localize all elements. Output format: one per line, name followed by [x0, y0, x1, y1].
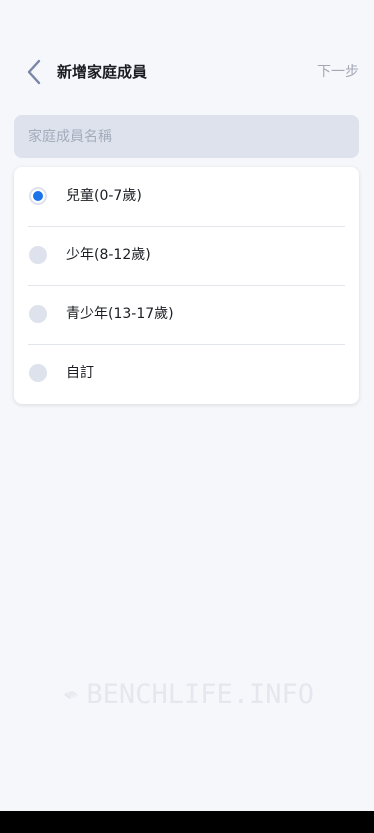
- radio-button[interactable]: [29, 364, 47, 382]
- watermark-text: BENCHLIFE.INFO: [86, 679, 314, 710]
- option-label: 自訂: [66, 365, 94, 381]
- next-button[interactable]: 下一步: [317, 60, 359, 84]
- radio-button-selected[interactable]: [29, 187, 47, 205]
- option-custom[interactable]: 自訂: [14, 344, 359, 403]
- radio-button[interactable]: [29, 305, 47, 323]
- top-app-bar: 新增家庭成員 下一步: [0, 48, 374, 96]
- member-name-input[interactable]: [14, 115, 359, 158]
- watermark: BENCHLIFE.INFO: [64, 672, 314, 718]
- option-label: 青少年(13-17歲): [66, 306, 174, 322]
- chevron-left-icon: [27, 59, 41, 85]
- back-button[interactable]: [20, 56, 48, 88]
- option-child[interactable]: 兒童(0-7歲): [14, 167, 359, 226]
- age-group-card: 兒童(0-7歲) 少年(8-12歲) 青少年(13-17歲) 自訂: [14, 167, 359, 404]
- watermark-logo-icon: [64, 690, 78, 700]
- option-preteen[interactable]: 少年(8-12歲): [14, 226, 359, 285]
- option-label: 兒童(0-7歲): [66, 188, 142, 204]
- radio-button[interactable]: [29, 246, 47, 264]
- system-navigation-bar: [0, 811, 374, 833]
- option-label: 少年(8-12歲): [66, 247, 151, 263]
- page-title: 新增家庭成員: [57, 63, 148, 81]
- option-teen[interactable]: 青少年(13-17歲): [14, 285, 359, 344]
